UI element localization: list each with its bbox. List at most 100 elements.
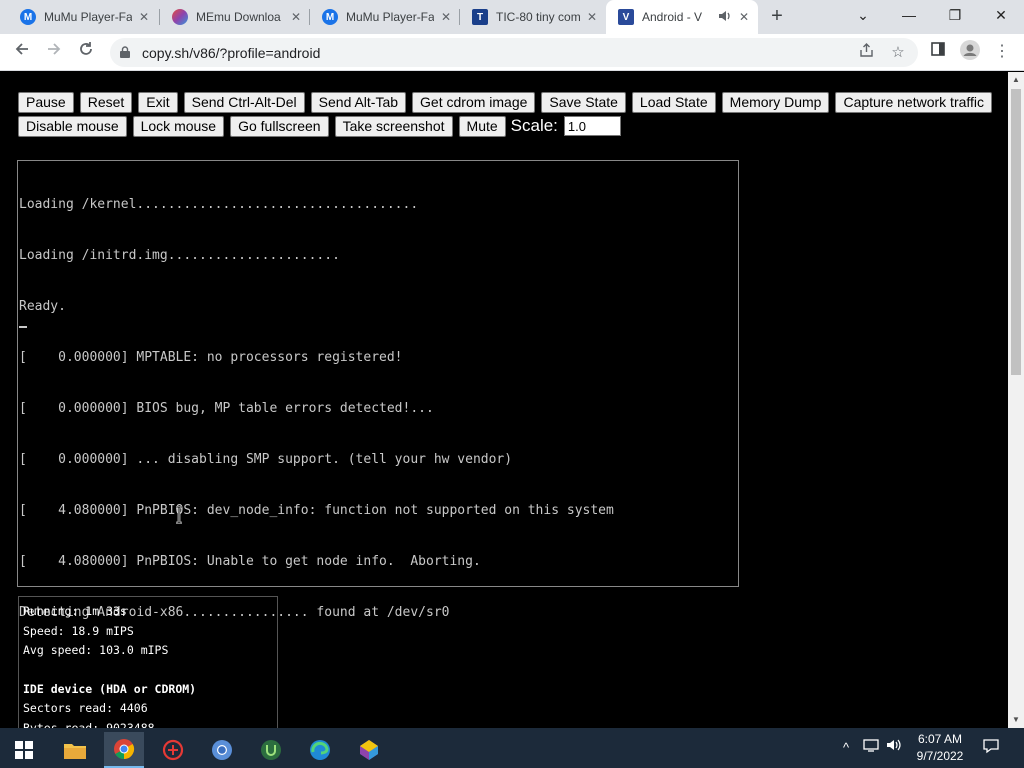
windows-start-icon[interactable] bbox=[4, 732, 44, 768]
send-alt-tab-button[interactable]: Send Alt-Tab bbox=[310, 91, 407, 113]
pause-button[interactable]: Pause bbox=[18, 91, 74, 113]
console-line: [ 0.000000] BIOS bug, MP table errors de… bbox=[19, 401, 434, 416]
windows-taskbar: ^ 6:07 AM 9/7/2022 bbox=[0, 728, 1024, 768]
console-line: [ 4.080000] PnPBIOS: dev_node_info: func… bbox=[19, 503, 614, 518]
upwork-icon[interactable] bbox=[251, 732, 291, 768]
memu-icon bbox=[172, 9, 188, 25]
network-icon[interactable] bbox=[861, 738, 881, 758]
chrome-icon[interactable] bbox=[104, 732, 144, 768]
stats-spacer bbox=[23, 661, 273, 680]
lock-mouse-button[interactable]: Lock mouse bbox=[132, 115, 225, 137]
mumu-icon: M bbox=[20, 9, 36, 25]
profile-avatar-icon[interactable] bbox=[958, 40, 982, 64]
stats-panel: Running: 1m 33s Speed: 18.9 mIPS Avg spe… bbox=[18, 596, 278, 728]
close-tab-icon[interactable]: ✕ bbox=[736, 9, 752, 25]
tab-search-button[interactable]: ⌄ bbox=[840, 0, 886, 32]
avg-speed-value: Avg speed: 103.0 mIPS bbox=[23, 643, 169, 657]
running-time: Running: 1m 33s bbox=[23, 604, 127, 618]
tab-tic80[interactable]: T TIC-80 tiny com ✕ bbox=[460, 0, 606, 34]
tic80-icon: T bbox=[472, 9, 488, 25]
scroll-down-arrow-icon[interactable]: ▼ bbox=[1008, 712, 1024, 728]
share-icon[interactable] bbox=[856, 43, 876, 63]
save-state-button[interactable]: Save State bbox=[541, 91, 626, 113]
close-window-button[interactable]: ✕ bbox=[978, 0, 1024, 32]
page-content: Pause Reset Exit Send Ctrl-Alt-Del Send … bbox=[0, 72, 1008, 728]
ide-device-heading: IDE device (HDA or CDROM) bbox=[23, 681, 197, 696]
audio-playing-icon[interactable] bbox=[718, 9, 734, 25]
tab-title: MuMu Player-Fa bbox=[44, 10, 132, 24]
tab-title: Android - V bbox=[642, 10, 703, 24]
page-scrollbar[interactable]: ▲ ▼ bbox=[1008, 72, 1024, 728]
bytes-read-value: Bytes read: 9023488 bbox=[23, 720, 155, 729]
show-hidden-icons-chevron-icon[interactable]: ^ bbox=[838, 738, 854, 758]
address-bar[interactable]: copy.sh/v86/?profile=android ☆ bbox=[110, 38, 918, 67]
sectors-read-value: Sectors read: 4406 bbox=[23, 701, 148, 715]
menu-kebab-icon[interactable]: ⋮ bbox=[990, 40, 1014, 64]
mute-button[interactable]: Mute bbox=[458, 115, 506, 137]
load-state-button[interactable]: Load State bbox=[631, 91, 716, 113]
back-arrow-icon[interactable] bbox=[10, 40, 34, 64]
text-cursor bbox=[19, 326, 27, 328]
console-line: [ 4.080000] PnPBIOS: Unable to get node … bbox=[19, 554, 481, 569]
reset-button[interactable]: Reset bbox=[79, 91, 133, 113]
console-line: [ 0.000000] MPTABLE: no processors regis… bbox=[19, 350, 403, 365]
console-line: Loading /kernel.........................… bbox=[19, 197, 419, 212]
browser-toolbar: copy.sh/v86/?profile=android ☆ ⋮ bbox=[0, 34, 1024, 71]
scroll-up-arrow-icon[interactable]: ▲ bbox=[1008, 72, 1024, 88]
take-screenshot-button[interactable]: Take screenshot bbox=[334, 115, 453, 137]
close-tab-icon[interactable]: ✕ bbox=[584, 9, 600, 25]
volume-icon[interactable] bbox=[884, 738, 904, 758]
controls-row-1: Pause Reset Exit Send Ctrl-Alt-Del Send … bbox=[18, 90, 993, 114]
exit-button[interactable]: Exit bbox=[138, 91, 178, 113]
speed-value: Speed: 18.9 mIPS bbox=[23, 623, 134, 638]
close-tab-icon[interactable]: ✕ bbox=[438, 9, 454, 25]
mumu-icon: M bbox=[322, 9, 338, 25]
scale-label: Scale: bbox=[510, 116, 558, 135]
go-fullscreen-button[interactable]: Go fullscreen bbox=[230, 115, 329, 137]
bookmark-star-icon[interactable]: ☆ bbox=[888, 43, 908, 63]
lock-icon[interactable] bbox=[120, 46, 130, 58]
system-clock[interactable]: 6:07 AM 9/7/2022 bbox=[905, 731, 975, 765]
send-ctrl-alt-del-button[interactable]: Send Ctrl-Alt-Del bbox=[183, 91, 305, 113]
disable-mouse-button[interactable]: Disable mouse bbox=[18, 115, 127, 137]
emulator-controls: Pause Reset Exit Send Ctrl-Alt-Del Send … bbox=[18, 90, 993, 138]
tab-strip: M MuMu Player-Fa ✕ MEmu Downloa ✕ M MuMu… bbox=[0, 0, 1024, 34]
console-output: Loading /kernel.........................… bbox=[19, 162, 614, 655]
emulator-screen[interactable]: Loading /kernel.........................… bbox=[17, 160, 739, 620]
clock-date: 9/7/2022 bbox=[916, 749, 964, 763]
console-line: Ready. bbox=[19, 299, 66, 314]
console-line: [ 0.000000] ... disabling SMP support. (… bbox=[19, 452, 513, 467]
scale-input[interactable] bbox=[563, 116, 621, 136]
scrollbar-thumb[interactable] bbox=[1011, 89, 1021, 375]
game-icon[interactable] bbox=[153, 732, 193, 768]
controls-row-2: Disable mouse Lock mouse Go fullscreen T… bbox=[18, 114, 978, 138]
clock-time: 6:07 AM bbox=[917, 732, 963, 746]
tab-android-active[interactable]: V Android - V ✕ bbox=[606, 0, 758, 34]
tab-memu[interactable]: MEmu Downloa ✕ bbox=[160, 0, 310, 34]
file-explorer-icon[interactable] bbox=[55, 732, 95, 768]
tab-mumu-1[interactable]: M MuMu Player-Fa ✕ bbox=[8, 0, 158, 34]
memu-taskbar-icon[interactable] bbox=[349, 732, 389, 768]
capture-network-traffic-button[interactable]: Capture network traffic bbox=[835, 91, 993, 113]
tab-title: TIC-80 tiny com bbox=[496, 10, 581, 24]
new-tab-button[interactable]: + bbox=[766, 6, 788, 28]
mouse-ibeam-cursor-icon bbox=[176, 506, 182, 524]
edge-icon[interactable] bbox=[300, 732, 340, 768]
reload-icon[interactable] bbox=[74, 40, 98, 64]
tab-title: MEmu Downloa bbox=[196, 10, 281, 24]
close-tab-icon[interactable]: ✕ bbox=[136, 9, 152, 25]
close-tab-icon[interactable]: ✕ bbox=[288, 9, 304, 25]
restore-button[interactable]: ❐ bbox=[932, 0, 978, 32]
console-line: Loading /initrd.img.....................… bbox=[19, 248, 340, 263]
side-panel-icon[interactable] bbox=[926, 40, 950, 64]
notifications-icon[interactable] bbox=[980, 738, 1002, 758]
tab-title: MuMu Player-Fa bbox=[346, 10, 434, 24]
chrome-alt-icon[interactable] bbox=[202, 732, 242, 768]
memory-dump-button[interactable]: Memory Dump bbox=[721, 91, 830, 113]
v86-icon: V bbox=[618, 9, 634, 25]
minimize-button[interactable]: — bbox=[886, 0, 932, 32]
url-text[interactable]: copy.sh/v86/?profile=android bbox=[142, 45, 320, 61]
tab-mumu-2[interactable]: M MuMu Player-Fa ✕ bbox=[310, 0, 460, 34]
get-cdrom-image-button[interactable]: Get cdrom image bbox=[412, 91, 536, 113]
forward-arrow-icon[interactable] bbox=[42, 40, 66, 64]
